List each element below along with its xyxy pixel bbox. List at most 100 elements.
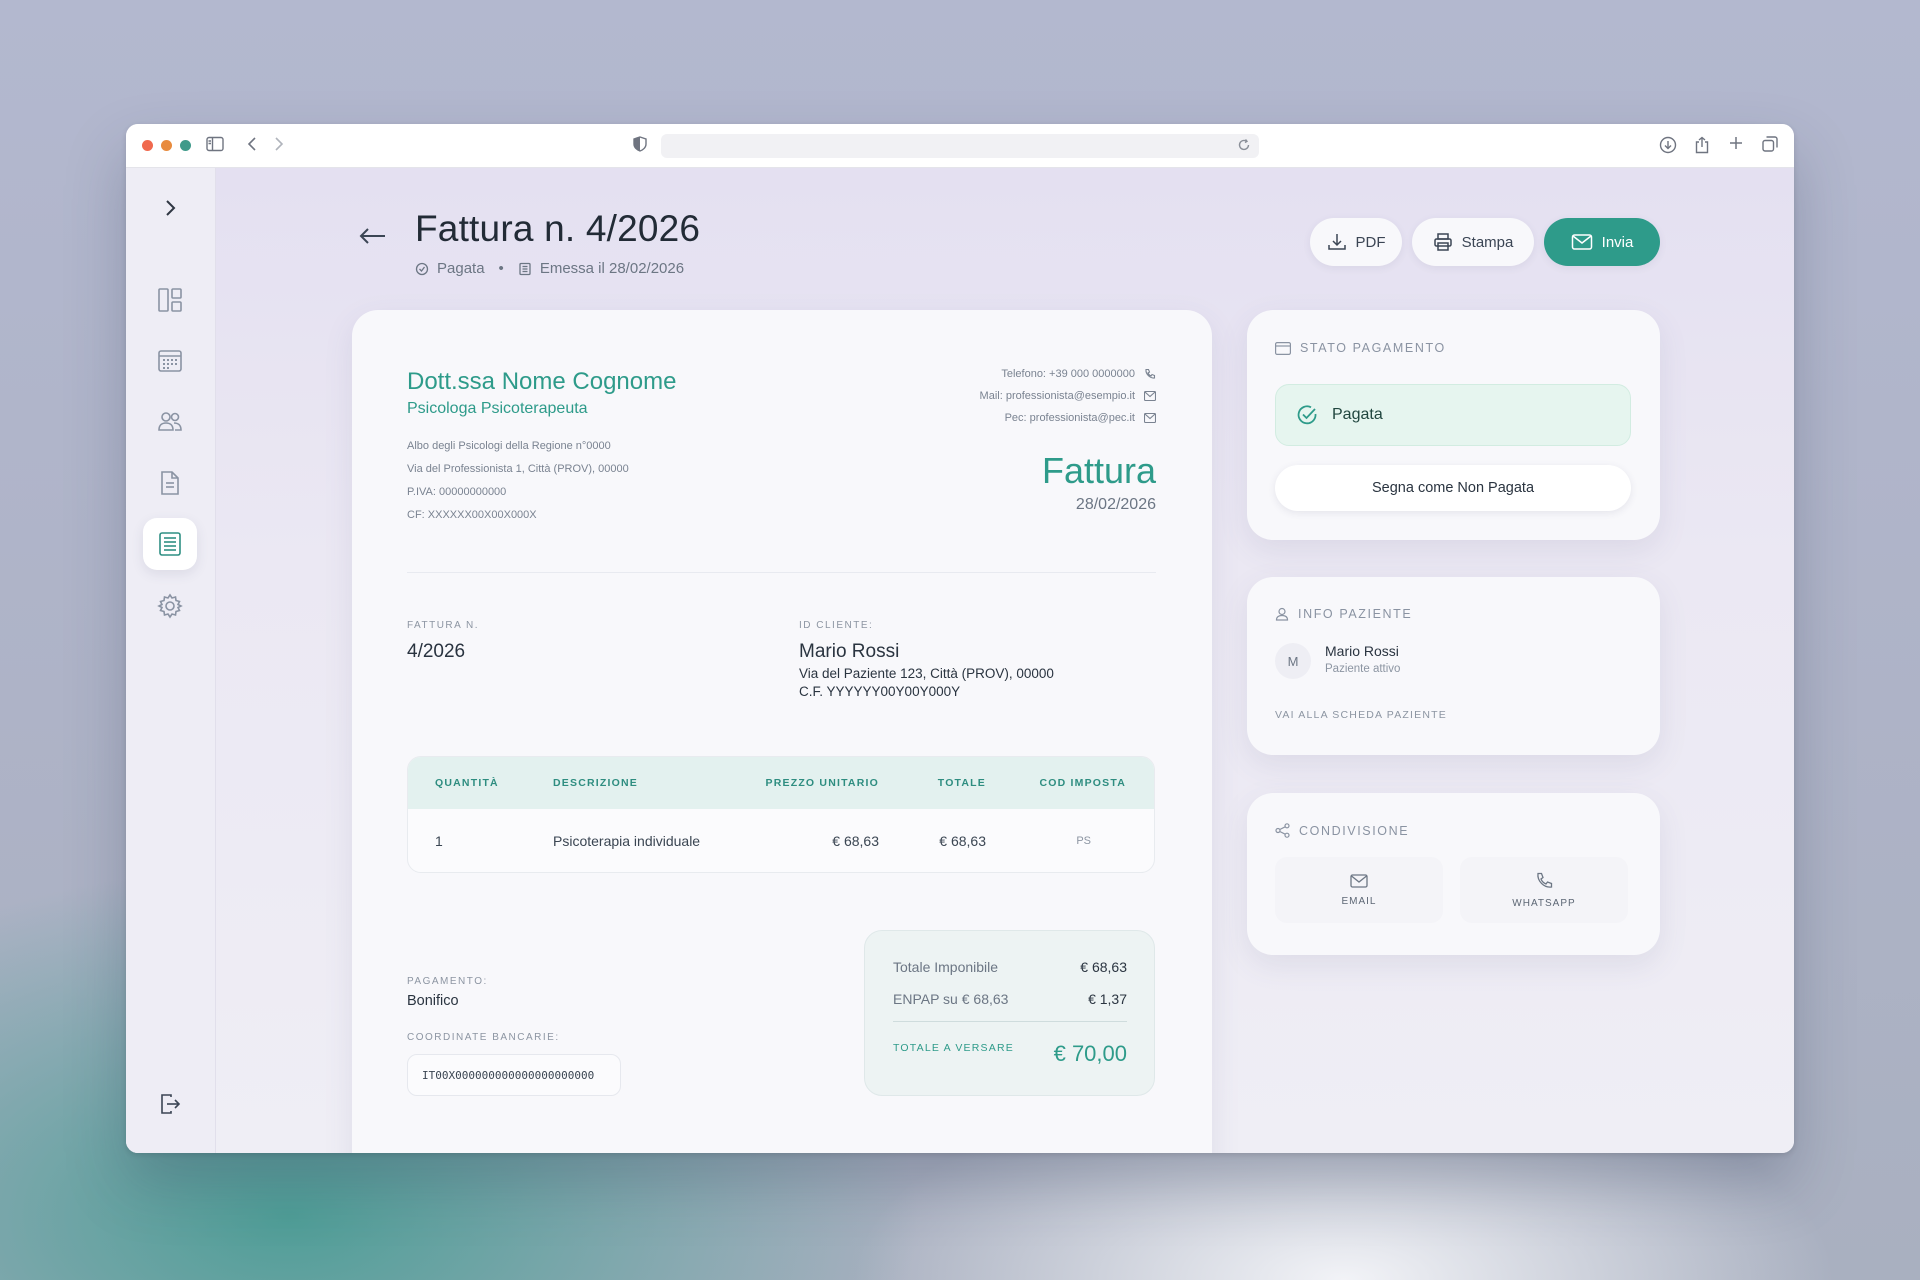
header-tax-code: COD IMPOSTA <box>1039 777 1126 789</box>
document-icon <box>161 471 179 495</box>
mail-icon <box>1350 873 1368 888</box>
header-quantity: QUANTITÀ <box>435 777 499 789</box>
tab-overview-icon[interactable] <box>1762 136 1778 158</box>
bank-details-label: COORDINATE BANCARIE: <box>407 1032 560 1043</box>
professional-address: Via del Professionista 1, Città (PROV), … <box>407 463 629 475</box>
patient-profile-link[interactable]: VAI ALLA SCHEDA PAZIENTE <box>1275 709 1447 721</box>
maximize-window-icon[interactable] <box>180 140 191 151</box>
header-unit-price: PREZZO UNITARIO <box>765 777 879 789</box>
paid-status-text: Pagata <box>1332 406 1383 423</box>
sidebar-item-documents[interactable] <box>143 457 197 509</box>
payment-status-title: STATO PAGAMENTO <box>1275 341 1446 355</box>
patient-info-card: INFO PAZIENTE M Mario Rossi Paziente att… <box>1247 577 1660 755</box>
download-icon <box>1327 234 1346 250</box>
browser-window: Fattura n. 4/2026 Pagata • Emessa il 28/… <box>126 124 1794 1153</box>
print-button[interactable]: Stampa <box>1412 218 1534 266</box>
mail-icon <box>1571 234 1592 250</box>
status-text: Pagata <box>437 260 485 277</box>
reload-icon[interactable] <box>1237 138 1251 157</box>
close-window-icon[interactable] <box>142 140 153 151</box>
back-button[interactable] <box>358 226 388 251</box>
print-label: Stampa <box>1461 233 1514 251</box>
iban-field[interactable]: IT00X000000000000000000000 <box>407 1054 621 1096</box>
contact-pec: Pec: professionista@pec.it <box>1005 412 1156 424</box>
table-header: QUANTITÀ DESCRIZIONE PREZZO UNITARIO TOT… <box>408 757 1154 809</box>
share-email-button[interactable]: EMAIL <box>1275 857 1443 923</box>
sharing-title-text: CONDIVISIONE <box>1299 823 1410 838</box>
share-whatsapp-label: WHATSAPP <box>1512 897 1576 909</box>
phone-icon <box>1145 368 1156 379</box>
professional-register: Albo degli Psicologi della Regione n°000… <box>407 440 611 452</box>
grand-total-value: € 70,00 <box>1053 1041 1127 1066</box>
expand-sidebar-button[interactable] <box>143 182 197 234</box>
address-bar[interactable] <box>661 134 1259 158</box>
logout-button[interactable] <box>143 1078 197 1130</box>
row-quantity: 1 <box>435 833 443 849</box>
client-name: Mario Rossi <box>799 641 900 662</box>
client-address: Via del Paziente 123, Città (PROV), 0000… <box>799 666 1054 681</box>
issued-date: Emessa il 28/02/2026 <box>539 260 685 277</box>
row-total: € 68,63 <box>939 833 986 849</box>
sidebar-item-patients[interactable] <box>143 396 197 448</box>
meta-separator: • <box>498 260 504 277</box>
table-row[interactable]: 1 Psicoterapia individuale € 68,63 € 68,… <box>408 809 1154 872</box>
row-description: Psicoterapia individuale <box>553 833 701 849</box>
send-button[interactable]: Invia <box>1544 218 1660 266</box>
dashboard-icon <box>158 288 182 312</box>
taxable-value: € 68,63 <box>1080 959 1127 975</box>
pdf-button[interactable]: PDF <box>1310 218 1402 266</box>
sidebar-toggle-icon[interactable] <box>206 136 224 158</box>
chevron-right-icon <box>166 200 176 216</box>
receipt-icon <box>519 262 531 275</box>
invoice-items-table: QUANTITÀ DESCRIZIONE PREZZO UNITARIO TOT… <box>407 756 1155 873</box>
row-tax-code: PS <box>1076 835 1091 847</box>
sidebar-item-invoices[interactable] <box>143 518 197 570</box>
share-whatsapp-button[interactable]: WHATSAPP <box>1460 857 1628 923</box>
professional-name: Dott.ssa Nome Cognome <box>407 368 677 395</box>
paid-status-badge: Pagata <box>1275 384 1631 446</box>
send-label: Invia <box>1601 233 1634 251</box>
sidebar-item-calendar[interactable] <box>143 335 197 387</box>
contact-phone: Telefono: +39 000 0000000 <box>1001 368 1156 380</box>
totals-box: Totale Imponibile € 68,63 ENPAP su € 68,… <box>864 930 1155 1096</box>
payment-label: PAGAMENTO: <box>407 976 488 987</box>
professional-role: Psicologa Psicoterapeuta <box>407 400 588 417</box>
browser-forward-icon[interactable] <box>273 136 285 158</box>
share-email-label: EMAIL <box>1341 895 1377 907</box>
invoice-icon <box>159 532 181 556</box>
grand-total-label: TOTALE A VERSARE <box>893 1042 1014 1054</box>
client-cf: C.F. YYYYYY00Y00Y000Y <box>799 684 961 699</box>
browser-back-icon[interactable] <box>246 136 258 158</box>
payment-method: Bonifico <box>407 993 459 1009</box>
pdf-label: PDF <box>1355 233 1386 251</box>
new-tab-icon[interactable] <box>1729 136 1743 156</box>
sidebar-item-settings[interactable] <box>143 580 197 632</box>
credit-card-icon <box>1275 341 1291 355</box>
minimize-window-icon[interactable] <box>161 140 172 151</box>
professional-cf: CF: XXXXXX00X00X000X <box>407 509 537 521</box>
enpap-label: ENPAP su € 68,63 <box>893 991 1009 1007</box>
mark-unpaid-button[interactable]: Segna come Non Pagata <box>1275 465 1631 511</box>
privacy-shield-icon[interactable] <box>633 136 647 158</box>
logout-icon <box>161 1094 181 1114</box>
invoice-number: 4/2026 <box>407 641 466 662</box>
envelope-icon <box>1144 391 1156 401</box>
invoice-meta: Pagata • Emessa il 28/02/2026 <box>415 260 684 277</box>
enpap-value: € 1,37 <box>1088 991 1127 1007</box>
sidebar <box>126 168 216 1153</box>
app-main: Fattura n. 4/2026 Pagata • Emessa il 28/… <box>126 168 1794 1153</box>
patient-status: Paziente attivo <box>1325 663 1401 675</box>
contact-phone-text: Telefono: +39 000 0000000 <box>1001 368 1135 380</box>
sidebar-item-dashboard[interactable] <box>143 274 197 326</box>
share-nodes-icon <box>1275 823 1290 838</box>
share-icon[interactable] <box>1694 136 1710 160</box>
page-title: Fattura n. 4/2026 <box>415 208 701 249</box>
downloads-icon[interactable] <box>1659 136 1677 160</box>
arrow-left-icon <box>359 228 385 244</box>
header-total: TOTALE <box>937 777 986 789</box>
calendar-icon <box>158 350 182 372</box>
contact-mail-text: Mail: professionista@esempio.it <box>979 390 1135 402</box>
header-description: DESCRIZIONE <box>553 777 638 789</box>
patient-name: Mario Rossi <box>1325 643 1399 659</box>
envelope-icon <box>1144 413 1156 423</box>
